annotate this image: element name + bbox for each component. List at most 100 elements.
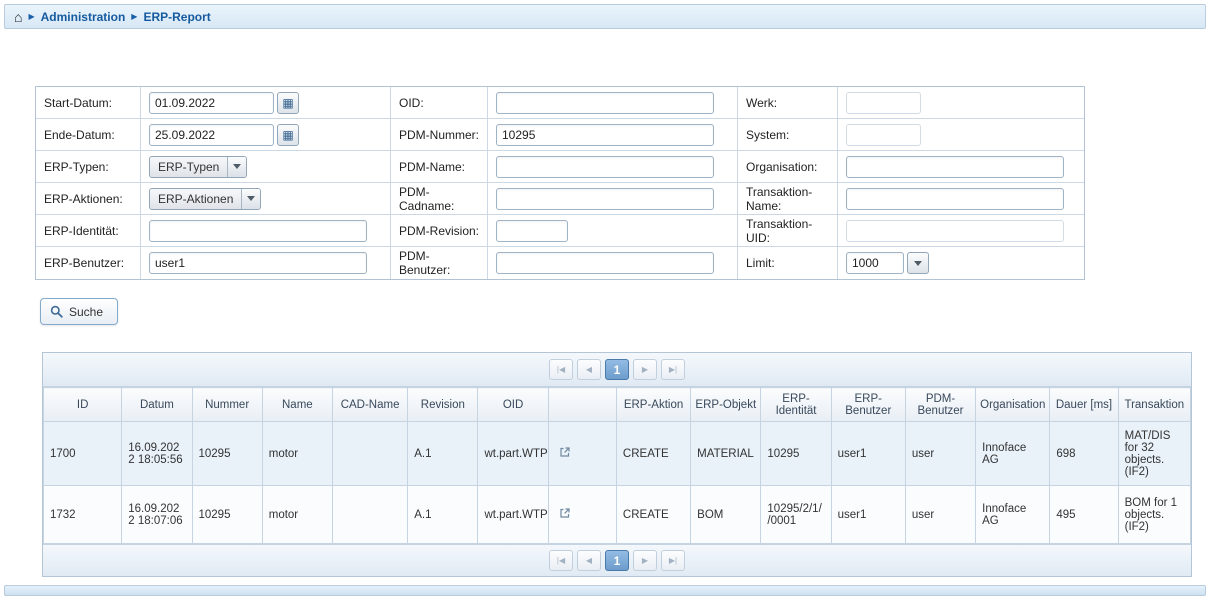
column-header-erp-benutzer: ERP-Benutzer (831, 388, 905, 422)
erp-typen-label: ERP-Typen: (36, 151, 141, 183)
erp-report-table: ID Datum Nummer Name CAD-Name Revision O… (43, 387, 1191, 544)
transaktion-uid-input[interactable] (846, 220, 1064, 242)
erp-aktionen-dropdown[interactable]: ERP-Aktionen (149, 188, 261, 210)
table-header-row: ID Datum Nummer Name CAD-Name Revision O… (44, 388, 1191, 422)
cell-datum: 16.09.2022 18:07:06 (122, 486, 192, 544)
pager-last-button[interactable]: ▶| (661, 359, 685, 380)
pager-prev-button[interactable]: ◀ (577, 359, 601, 380)
cell-pdm-benutzer: user (905, 422, 975, 486)
cell-erp-aktion: CREATE (616, 486, 690, 544)
pager-first-button[interactable]: |◀ (549, 359, 573, 380)
home-icon[interactable]: ⌂ (14, 10, 22, 24)
pager-page-1-button[interactable]: 1 (605, 359, 629, 380)
column-header-datum: Datum (122, 388, 192, 422)
erp-identitaet-input[interactable] (149, 220, 367, 242)
table-row[interactable]: 1732 16.09.2022 18:07:06 10295 motor A.1… (44, 486, 1191, 544)
limit-field (838, 247, 1084, 279)
paginator-bottom: |◀ ◀ 1 ▶ ▶| (43, 544, 1191, 576)
cell-pdm-benutzer: user (905, 486, 975, 544)
cell-oid: wt.part.WTP (478, 422, 548, 486)
transaktion-name-input[interactable] (846, 188, 1064, 210)
erp-aktionen-dropdown-value: ERP-Aktionen (150, 189, 241, 209)
werk-input[interactable] (846, 92, 921, 114)
erp-identitaet-label: ERP-Identität: (36, 215, 141, 247)
erp-benutzer-input[interactable] (149, 252, 367, 274)
cell-nummer: 10295 (192, 486, 262, 544)
pdm-cadname-input[interactable] (496, 188, 714, 210)
oid-input[interactable] (496, 92, 714, 114)
pager-prev-button[interactable]: ◀ (577, 550, 601, 571)
limit-dropdown-button[interactable] (907, 252, 929, 274)
pdm-revision-field (488, 215, 738, 247)
pdm-benutzer-label: PDM-Benutzer: (391, 247, 488, 279)
pdm-revision-label: PDM-Revision: (391, 215, 488, 247)
search-button[interactable]: Suche (40, 298, 118, 325)
breadcrumb-erp-report[interactable]: ERP-Report (143, 10, 210, 24)
erp-identitaet-field (141, 215, 391, 247)
erp-typen-dropdown[interactable]: ERP-Typen (149, 156, 247, 178)
column-header-name: Name (262, 388, 332, 422)
column-header-erp-identitaet: ERP-Identität (761, 388, 831, 422)
cell-erp-identitaet: 10295/2/1//0001 (761, 486, 831, 544)
cell-transaktion: BOM for 1 objects. (IF2) (1118, 486, 1190, 544)
search-button-label: Suche (69, 305, 103, 319)
paginator-top: |◀ ◀ 1 ▶ ▶| (43, 353, 1191, 387)
erp-aktionen-field: ERP-Aktionen (141, 183, 391, 215)
cell-erp-benutzer: user1 (831, 422, 905, 486)
filter-panel: Start-Datum: ▦ OID: Werk: Ende-Datum: ▦ … (35, 86, 1085, 280)
pdm-name-label: PDM-Name: (391, 151, 488, 183)
column-header-oid: OID (478, 388, 548, 422)
cell-organisation: Innoface AG (976, 422, 1050, 486)
pdm-revision-input[interactable] (496, 220, 568, 242)
column-header-cad-name: CAD-Name (332, 388, 407, 422)
oid-field (488, 87, 738, 119)
oid-label: OID: (391, 87, 488, 119)
column-header-transaktion: Transaktion (1118, 388, 1190, 422)
organisation-input[interactable] (846, 156, 1064, 178)
external-link-icon[interactable] (559, 446, 571, 461)
cell-erp-objekt: MATERIAL (691, 422, 761, 486)
pdm-cadname-field (488, 183, 738, 215)
erp-benutzer-field (141, 247, 391, 279)
column-header-pdm-benutzer: PDM-Benutzer (905, 388, 975, 422)
pdm-nummer-label: PDM-Nummer: (391, 119, 488, 151)
chevron-down-icon (227, 157, 246, 177)
column-header-nummer: Nummer (192, 388, 262, 422)
column-header-id: ID (44, 388, 122, 422)
pager-first-button[interactable]: |◀ (549, 550, 573, 571)
cell-revision: A.1 (408, 486, 478, 544)
pager-last-button[interactable]: ▶| (661, 550, 685, 571)
limit-input[interactable] (846, 252, 904, 274)
cell-id: 1700 (44, 422, 122, 486)
column-header-organisation: Organisation (976, 388, 1050, 422)
column-header-erp-aktion: ERP-Aktion (616, 388, 690, 422)
page: ⌂ ▶ Administration ▶ ERP-Report Start-Da… (0, 4, 1210, 596)
system-input[interactable] (846, 124, 921, 146)
ende-datum-input[interactable] (149, 124, 274, 146)
start-datum-calendar-button[interactable]: ▦ (277, 92, 299, 114)
footer-bar (4, 585, 1206, 596)
column-header-link (548, 388, 616, 422)
start-datum-field: ▦ (141, 87, 391, 119)
chevron-down-icon (241, 189, 260, 209)
chevron-down-icon (914, 261, 922, 266)
cell-id: 1732 (44, 486, 122, 544)
table-row[interactable]: 1700 16.09.2022 18:05:56 10295 motor A.1… (44, 422, 1191, 486)
external-link-icon[interactable] (559, 507, 571, 522)
ende-datum-calendar-button[interactable]: ▦ (277, 124, 299, 146)
pdm-nummer-input[interactable] (496, 124, 714, 146)
pdm-name-field (488, 151, 738, 183)
column-header-erp-objekt: ERP-Objekt (691, 388, 761, 422)
breadcrumb-administration[interactable]: Administration (41, 10, 126, 24)
pager-page-1-button[interactable]: 1 (605, 550, 629, 571)
start-datum-input[interactable] (149, 92, 274, 114)
pager-next-button[interactable]: ▶ (633, 359, 657, 380)
pdm-benutzer-input[interactable] (496, 252, 714, 274)
pager-next-button[interactable]: ▶ (633, 550, 657, 571)
organisation-field (838, 151, 1084, 183)
cell-erp-benutzer: user1 (831, 486, 905, 544)
erp-typen-field: ERP-Typen (141, 151, 391, 183)
limit-label: Limit: (738, 247, 838, 279)
pdm-name-input[interactable] (496, 156, 714, 178)
cell-erp-identitaet: 10295 (761, 422, 831, 486)
